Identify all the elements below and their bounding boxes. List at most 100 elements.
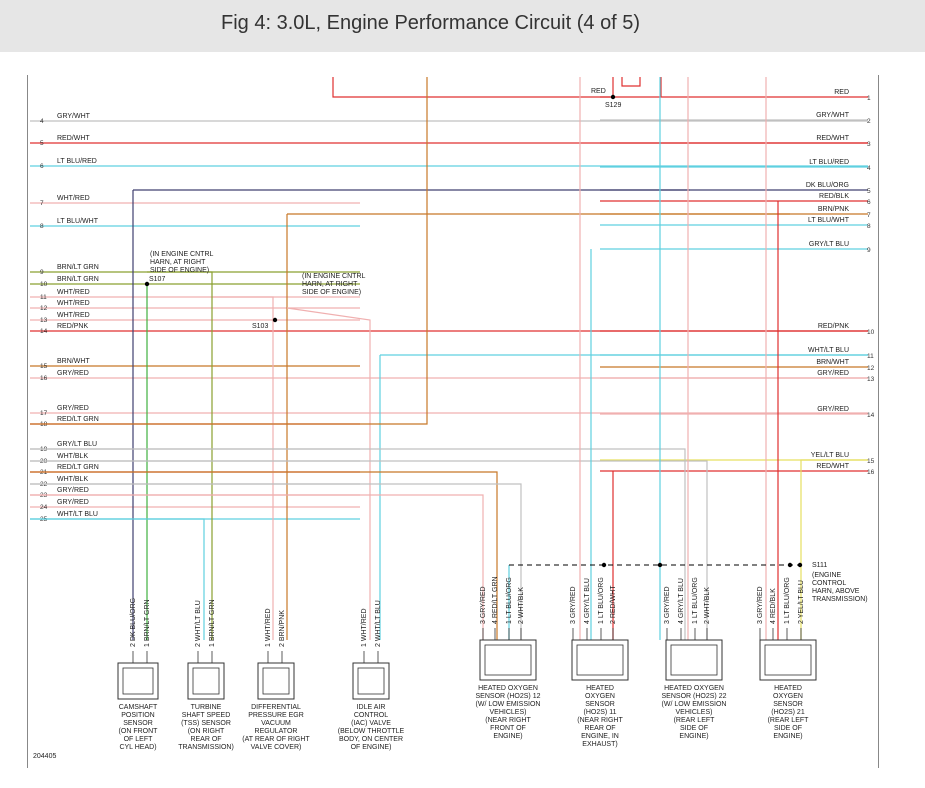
component-caption: PRESSURE EGR	[248, 712, 304, 719]
component-wire-label: 2 WHT/BLK	[518, 587, 525, 624]
component-caption: VEHICLES)	[676, 709, 713, 716]
connector-pin: 7	[40, 200, 44, 207]
wire-label: RED/WHT	[57, 135, 90, 142]
splice-s111	[601, 562, 607, 568]
component-caption: REGULATOR	[255, 728, 298, 735]
component-wire-label: 1 BRN/LT GRN	[209, 599, 216, 647]
component-caption: OXYGEN	[773, 693, 803, 700]
red-wire	[332, 77, 610, 98]
component-wire-label: 2 YEL/LT BLU	[798, 580, 805, 624]
component-caption: HEATED OXYGEN	[478, 685, 538, 692]
olive-wire	[147, 271, 213, 640]
sensor-box	[571, 639, 629, 681]
component-caption: OXYGEN	[585, 693, 615, 700]
component-wire-label: 4 RED/LT GRN	[492, 576, 499, 624]
brn-wire	[30, 77, 428, 425]
component-caption: TRANSMISSION)	[178, 744, 234, 751]
connector-pin: 5	[40, 140, 44, 147]
connector-pin: 14	[867, 412, 875, 419]
component-wire-label: 1 LT BLU/ORG	[598, 577, 605, 624]
component-caption: EXHAUST)	[582, 741, 617, 748]
component-caption: ENGINE)	[493, 733, 522, 740]
component-caption: (REAR LEFT	[768, 717, 810, 724]
component-caption: (ON RIGHT	[188, 728, 225, 735]
wire-label: LT BLU/WHT	[57, 218, 99, 225]
splice-s111	[787, 562, 793, 568]
pink-wire	[212, 296, 274, 640]
component-caption: (HO2S) 11	[584, 709, 617, 716]
component-caption: VACUUM	[261, 720, 291, 727]
splice-note: SIDE OF ENGINE)	[150, 267, 209, 274]
wire-label: DK BLU/ORG	[806, 182, 849, 189]
component-wire-label: 2 BRN/PNK	[279, 610, 286, 647]
wire-label: LT BLU/WHT	[808, 217, 850, 224]
component-caption: SENSOR	[123, 720, 153, 727]
splice-note: HARN, AT RIGHT	[302, 281, 358, 288]
connector-pin: 6	[40, 163, 44, 170]
wire-label: RED/PNK	[57, 323, 88, 330]
red-ltgrn-wire	[30, 471, 498, 640]
connector-pin: 12	[867, 365, 875, 372]
wire-label: WHT/RED	[57, 300, 90, 307]
connector-pin: 15	[867, 458, 875, 465]
component-caption: DIFFERENTIAL	[251, 704, 301, 711]
component-caption: SENSOR (HO2S) 12	[476, 693, 541, 700]
connector-pin: 9	[867, 247, 871, 254]
component-caption: (REAR LEFT	[674, 717, 716, 724]
splice-note: TRANSMISSION)	[812, 596, 868, 603]
connector-pin: 1	[867, 95, 871, 102]
connector-pin: 5	[867, 188, 871, 195]
wire-label: RED	[591, 88, 606, 95]
connector-pin: 11	[867, 353, 874, 360]
wire-label: BRN/LT GRN	[57, 276, 99, 283]
connector-pin: 13	[867, 376, 875, 383]
connector-pin: 12	[40, 305, 48, 312]
wire-label: RED/WHT	[816, 135, 849, 142]
component-caption: ENGINE)	[773, 733, 802, 740]
component-wire-label: 4 GRY/LT BLU	[584, 578, 591, 624]
connector-pin: 8	[40, 223, 44, 230]
wire-label: RED	[834, 89, 849, 96]
wire-label: WHT/RED	[57, 195, 90, 202]
component-caption: POSITION	[121, 712, 154, 719]
wire-label: GRY/RED	[57, 499, 89, 506]
component-wire-label: 1 WHT/RED	[265, 609, 272, 648]
component-caption: (NEAR RIGHT	[485, 717, 531, 724]
component-caption: HEATED OXYGEN	[664, 685, 724, 692]
component-caption: CONTROL	[354, 712, 388, 719]
wire-label: RED/LT GRN	[57, 416, 99, 423]
wire-label: RED/PNK	[818, 323, 849, 330]
connector-pin: 7	[867, 212, 871, 219]
component-wire-label: 3 GRY/RED	[480, 586, 487, 624]
component-wire-label: 2 RED/WHT	[610, 585, 617, 624]
wire-label: GRY/LT BLU	[57, 441, 97, 448]
figure-number: 204405	[33, 753, 57, 760]
wire-label: GRY/RED	[817, 370, 849, 377]
component-wire-label: 1 LT BLU/ORG	[506, 577, 513, 624]
wire-label: WHT/BLK	[57, 476, 88, 483]
splice-note: HARN, AT RIGHT	[150, 259, 206, 266]
splice-s111	[657, 562, 663, 568]
component-wire-label: 1 WHT/RED	[361, 609, 368, 648]
component-caption: REAR OF	[190, 736, 221, 743]
connector-pin: 14	[40, 328, 48, 335]
component-wire-label: 4 GRY/LT BLU	[678, 578, 685, 624]
wire-label: WHT/RED	[57, 312, 90, 319]
wire-label: BRN/WHT	[816, 359, 849, 366]
component-caption: SHAFT SPEED	[182, 712, 231, 719]
splice-s129	[610, 94, 616, 100]
component-caption: VALVE COVER)	[251, 744, 302, 751]
component-caption: (NEAR RIGHT	[577, 717, 623, 724]
component-caption: VEHICLES)	[490, 709, 527, 716]
connector-pin: 15	[40, 363, 48, 370]
connector-pin: 4	[867, 165, 871, 172]
component-caption: IDLE AIR	[357, 704, 386, 711]
component-caption: HEATED	[774, 685, 802, 692]
wiring-diagram: 4 GRY/WHT 5 RED/WHT 6 LT BLU/RED 7 WHT/RED 8 LT B…	[30, 77, 875, 751]
component-caption: SIDE OF	[774, 725, 802, 732]
wire-label: BRN/WHT	[57, 358, 90, 365]
wire-label: GRY/WHT	[57, 113, 91, 120]
component-wire-label: 2 WHT/BLK	[704, 587, 711, 624]
component-caption: CAMSHAFT	[119, 704, 158, 711]
connector-pin: 11	[40, 294, 47, 301]
